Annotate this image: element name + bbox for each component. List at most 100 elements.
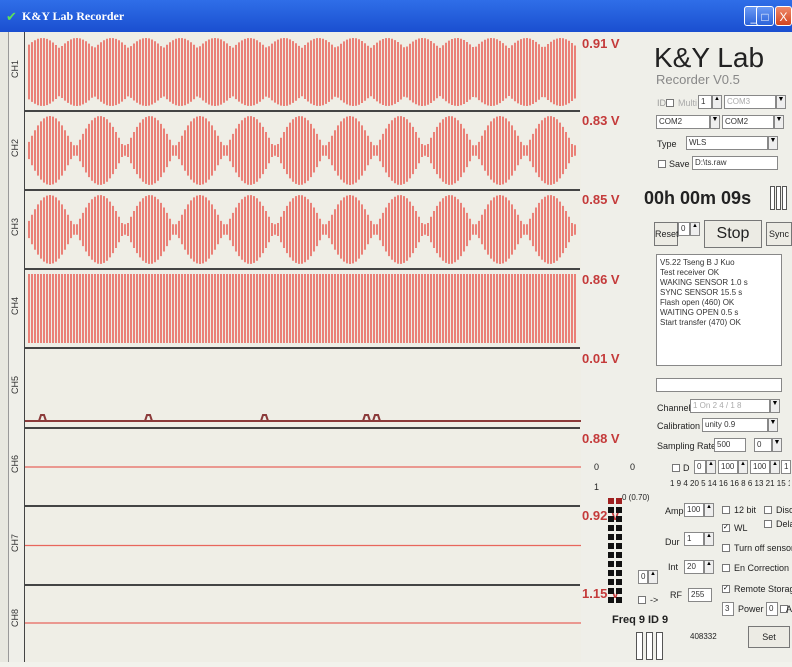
channel-voltage: 0.85 V <box>582 192 620 207</box>
type-select[interactable]: WLS <box>686 136 768 150</box>
maximize-button[interactable]: □ <box>756 6 774 26</box>
chevron-down-icon[interactable]: ▼ <box>768 418 778 432</box>
id-com-select[interactable]: COM3 <box>724 95 776 109</box>
d-field-4[interactable]: 1 <box>781 460 791 474</box>
chevron-down-icon[interactable]: ▼ <box>772 438 782 452</box>
power-field[interactable]: 0 <box>766 602 778 616</box>
bit-checkbox[interactable] <box>722 506 730 514</box>
dur-field[interactable]: 1 <box>684 532 704 546</box>
status-led <box>608 561 614 567</box>
amp-spinner[interactable]: ▲ <box>704 503 714 517</box>
waveform-ch1 <box>28 38 576 106</box>
id-readout: ID 9 <box>648 614 669 626</box>
amp-field[interactable]: 100 <box>684 503 704 517</box>
reset-button[interactable]: Reset <box>654 222 679 246</box>
rf-label: RF <box>670 590 682 600</box>
status-led <box>608 498 614 504</box>
d-spinner-1[interactable]: ▲ <box>706 460 716 474</box>
channel-select[interactable]: 1 On 2 4 / 1 8 <box>690 399 770 413</box>
bits-row: 1 9 4 20 5 14 16 16 8 6 13 21 15 11 <box>670 479 790 488</box>
chevron-down-icon[interactable]: ▼ <box>774 115 784 129</box>
dela-checkbox[interactable] <box>764 520 772 528</box>
int-label: Int <box>668 562 679 572</box>
arrow-checkbox[interactable] <box>638 596 646 604</box>
d-field-1[interactable]: 0 <box>694 460 706 474</box>
status-led <box>616 516 622 522</box>
status-led <box>608 597 614 603</box>
d-label: D <box>683 463 690 473</box>
id-label: ID <box>657 98 666 108</box>
remote-checkbox[interactable]: ✓ <box>722 585 730 593</box>
chevron-down-icon[interactable]: ▼ <box>776 95 786 109</box>
wl-checkbox[interactable]: ✓ <box>722 524 730 532</box>
sync-button[interactable]: Sync <box>766 222 792 246</box>
com-left-select[interactable]: COM2 <box>656 115 710 129</box>
d-spinner-3[interactable]: ▲ <box>770 460 780 474</box>
small-spinner[interactable]: ▲ <box>648 570 658 584</box>
channel-voltage: 0.83 V <box>582 113 620 128</box>
d-field-2[interactable]: 100 <box>718 460 738 474</box>
encorr-label: En Correction <box>734 563 790 573</box>
save-checkbox[interactable] <box>658 160 666 168</box>
stop-button[interactable]: Stop <box>704 220 762 248</box>
reset-value-field[interactable]: 0 <box>678 222 690 236</box>
multi-checkbox[interactable] <box>666 99 674 107</box>
int-field[interactable]: 20 <box>684 560 704 574</box>
waveform-trace <box>28 116 576 185</box>
zero-readout-b: 0 <box>630 462 636 472</box>
status-led <box>608 552 614 558</box>
save-path-input[interactable]: D:\ts.raw <box>692 156 778 170</box>
com-right-select[interactable]: COM2 <box>722 115 774 129</box>
log-line: V5.22 Tseng B J Kuo <box>660 258 735 267</box>
log-line: Flash open (460) OK <box>660 298 735 307</box>
status-led <box>608 516 614 522</box>
status-led <box>608 507 614 513</box>
channel-separator <box>24 189 580 191</box>
d-checkbox[interactable] <box>672 464 680 472</box>
reset-spinner[interactable]: ▲ <box>690 222 700 236</box>
turnoff-checkbox[interactable] <box>722 544 730 552</box>
sampling-rate-input[interactable]: 500 <box>714 438 746 452</box>
log-line: Test receiver OK <box>660 268 720 277</box>
d-spinner-2[interactable]: ▲ <box>738 460 748 474</box>
status-led <box>616 525 622 531</box>
waveform-ch5 <box>25 414 581 422</box>
calibration-select[interactable]: unity 0.9 <box>702 418 768 432</box>
status-led <box>616 597 622 603</box>
rf-field[interactable]: 255 <box>688 588 712 602</box>
led-header: 0 (0.70) <box>622 493 650 502</box>
zero-readout-a: 0 <box>594 462 600 472</box>
sampling-unit-select[interactable]: 0 <box>754 438 772 452</box>
int-spinner[interactable]: ▲ <box>704 560 714 574</box>
dela-label: Dela <box>776 519 792 529</box>
channel-label-text: Channel <box>657 403 691 413</box>
close-button[interactable]: X <box>775 6 792 26</box>
code-readout: 408332 <box>690 632 717 641</box>
chevron-down-icon[interactable]: ▼ <box>770 399 780 413</box>
id-field[interactable]: 1 <box>698 95 712 109</box>
log-line: SYNC SENSOR 15.5 s <box>660 288 743 297</box>
status-led <box>608 588 614 594</box>
set-button[interactable]: Set <box>748 626 790 648</box>
status-led <box>608 570 614 576</box>
status-led <box>616 579 622 585</box>
encorr-checkbox[interactable] <box>722 564 730 572</box>
dur-spinner[interactable]: ▲ <box>704 532 714 546</box>
waveform-ch3 <box>28 195 576 264</box>
id-spinner[interactable]: ▲ <box>712 95 722 109</box>
dur-label: Dur <box>665 537 680 547</box>
chevron-down-icon[interactable]: ▼ <box>710 115 720 129</box>
d-field-3[interactable]: 100 <box>750 460 770 474</box>
status-led <box>616 588 622 594</box>
app-icon: ✔ <box>6 9 17 24</box>
turnoff-label: Turn off sensor <box>734 543 792 553</box>
app-version: Recorder V0.5 <box>656 72 740 87</box>
power-label: Power <box>738 604 764 614</box>
power-prefix-field[interactable]: 3 <box>722 602 734 616</box>
disc-checkbox[interactable] <box>764 506 772 514</box>
command-input[interactable] <box>656 378 782 392</box>
small-field[interactable]: 0 <box>638 570 648 584</box>
channel-voltage: 0.91 V <box>582 36 620 51</box>
chevron-down-icon[interactable]: ▼ <box>768 136 778 150</box>
status-log: V5.22 Tseng B J Kuo Test receiver OK WAK… <box>656 254 782 366</box>
